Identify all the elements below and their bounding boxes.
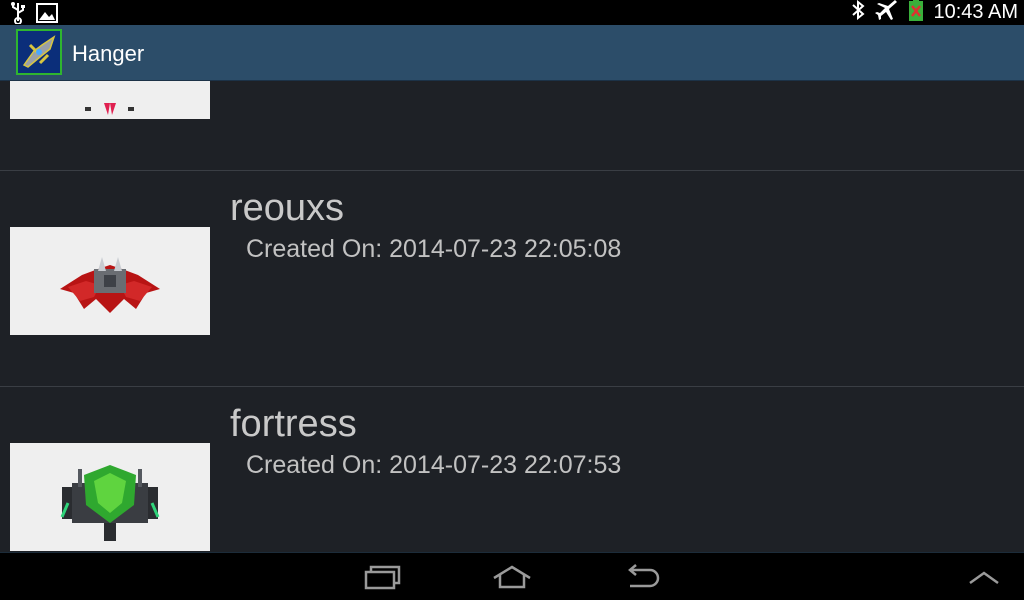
- clock: 10:43 AM: [933, 1, 1018, 23]
- navigation-bar: [0, 552, 1024, 600]
- page-title: Hanger: [72, 41, 145, 66]
- home-icon[interactable]: [488, 559, 536, 595]
- battery-icon: [909, 0, 924, 26]
- ship-thumbnail: [10, 443, 210, 551]
- app-ship-icon[interactable]: [16, 29, 62, 75]
- ship-thumbnail: [10, 81, 210, 119]
- back-icon[interactable]: [618, 559, 666, 595]
- ship-thumbnail: [10, 227, 210, 335]
- action-bar: Hanger: [0, 25, 1024, 81]
- list-item[interactable]: fortress Created On: 2014-07-23 22:07:53: [0, 387, 1024, 552]
- ship-name: reouxs: [230, 187, 345, 229]
- status-bar: 10:43 AM: [0, 0, 1024, 25]
- ship-name: fortress: [230, 403, 357, 445]
- list-item[interactable]: [0, 81, 1024, 172]
- list-item[interactable]: reouxs Created On: 2014-07-23 22:05:08: [0, 171, 1024, 386]
- ship-list[interactable]: reouxs Created On: 2014-07-23 22:05:08 f…: [0, 81, 1024, 552]
- recent-apps-icon[interactable]: [358, 559, 406, 595]
- menu-up-icon[interactable]: [960, 559, 1008, 595]
- bluetooth-icon: [851, 0, 866, 25]
- created-date: Created On: 2014-07-23 22:05:08: [246, 235, 622, 263]
- airplane-mode-icon: [875, 0, 899, 26]
- created-date: Created On: 2014-07-23 22:07:53: [246, 451, 622, 479]
